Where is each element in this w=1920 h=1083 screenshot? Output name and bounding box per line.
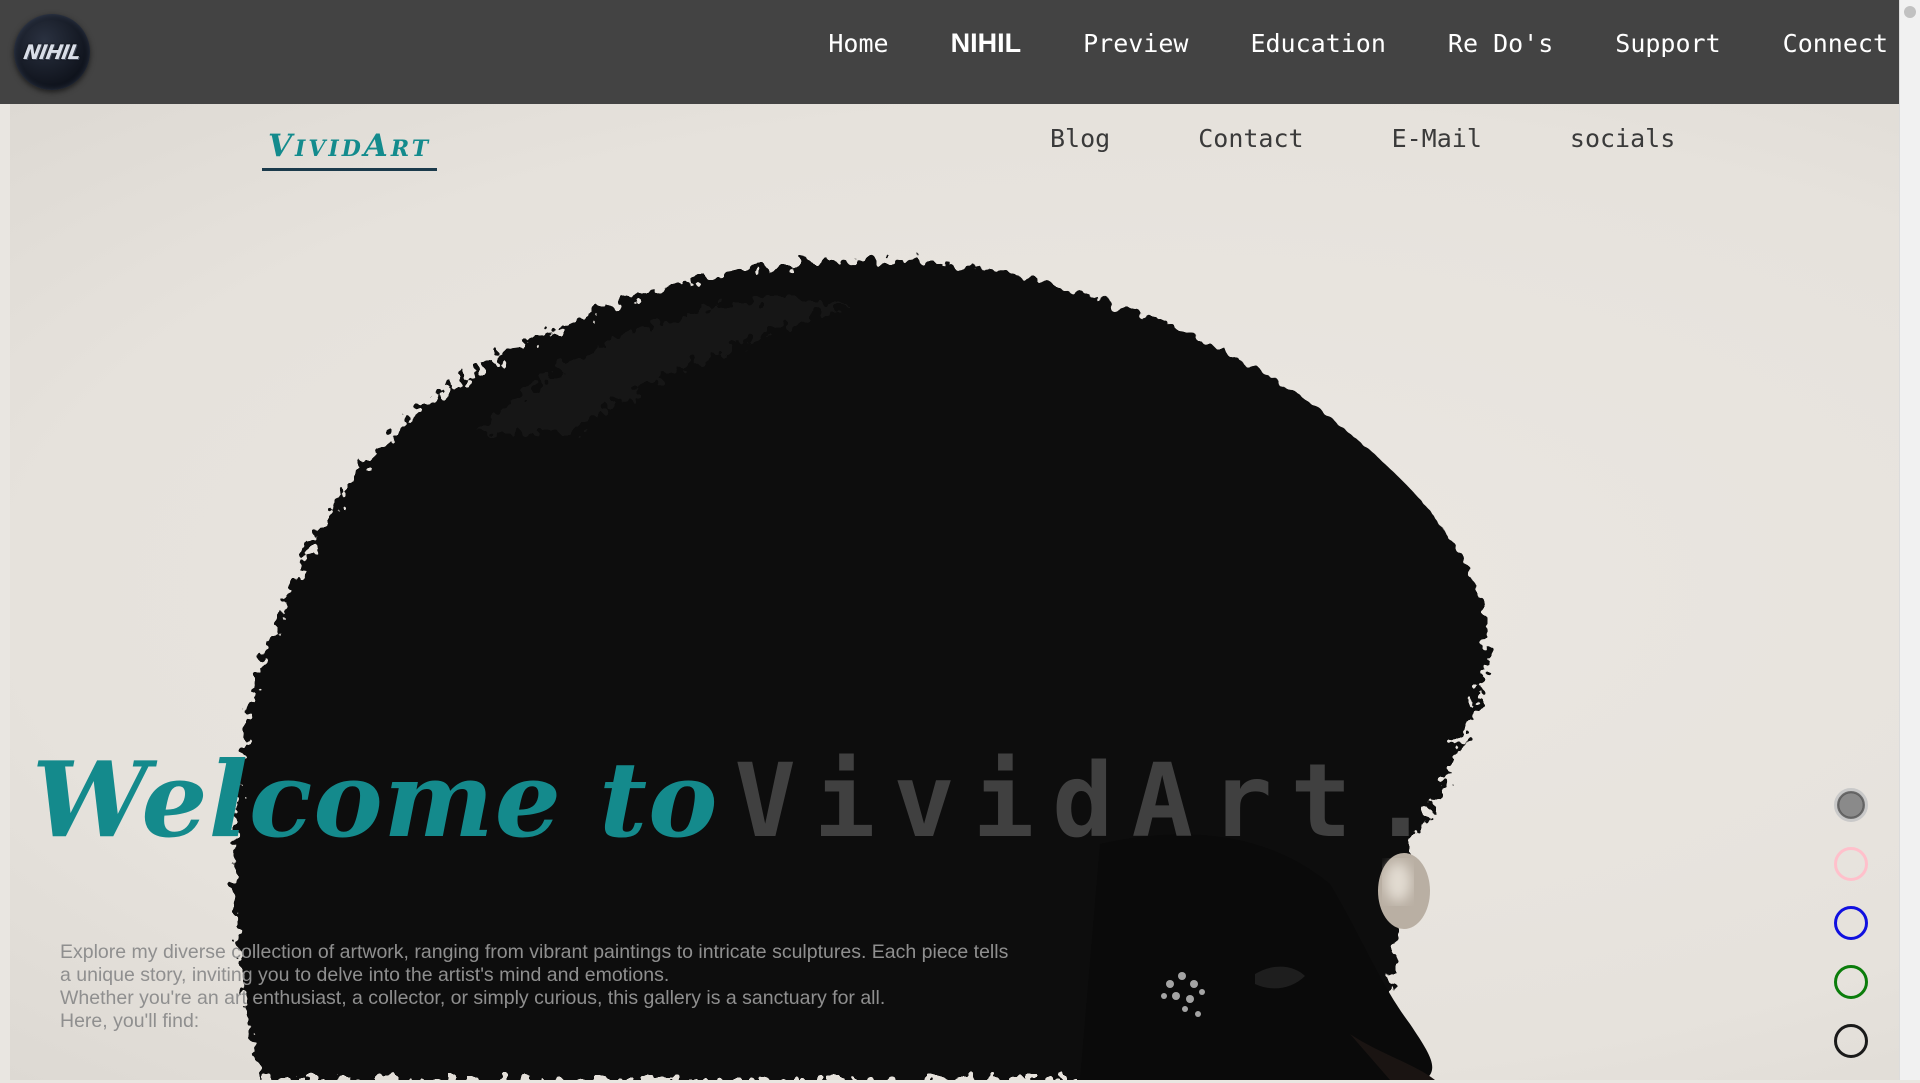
subnav-contact[interactable]: Contact — [1198, 124, 1303, 153]
headline-welcome: Welcome to — [32, 738, 719, 861]
vividart-logo-link[interactable]: VividArt — [262, 128, 438, 171]
hero-section — [10, 104, 1900, 1080]
hero-headline: Welcome to VividArt. — [32, 738, 1449, 861]
intro-line: Whether you're an art enthusiast, a coll… — [60, 987, 886, 1009]
scrollbar-thumb[interactable] — [1904, 6, 1916, 18]
subnav-socials[interactable]: socials — [1570, 124, 1675, 153]
subnav-email[interactable]: E-Mail — [1392, 124, 1482, 153]
nav-connect[interactable]: Connect — [1783, 29, 1888, 58]
nav-nihil[interactable]: NIHIL — [951, 28, 1022, 59]
hero-portrait-image — [234, 260, 1488, 1080]
logo-text: NIHIL — [21, 40, 83, 64]
nav-support[interactable]: Support — [1615, 29, 1720, 58]
intro-line: Explore my diverse collection of artwork… — [60, 941, 1009, 963]
theme-selector — [1834, 788, 1872, 1083]
page-scrollbar[interactable] — [1899, 0, 1920, 1080]
hero-intro-text: Explore my diverse collection of artwork… — [60, 941, 1060, 1033]
theme-dot-blue[interactable] — [1834, 906, 1868, 940]
nav-education[interactable]: Education — [1250, 29, 1385, 58]
nav-preview[interactable]: Preview — [1083, 29, 1188, 58]
nav-home[interactable]: Home — [828, 29, 888, 58]
nihil-logo[interactable]: NIHIL — [14, 14, 90, 90]
theme-dot-pink[interactable] — [1834, 847, 1868, 881]
theme-dot-gray[interactable] — [1834, 788, 1868, 822]
headline-brand: VividArt. — [734, 742, 1450, 861]
nav-redos[interactable]: Re Do's — [1448, 29, 1553, 58]
theme-dot-green[interactable] — [1834, 965, 1868, 999]
top-nav: Home NIHIL Preview Education Re Do's Sup… — [766, 0, 1920, 86]
subnav-blog[interactable]: Blog — [1050, 124, 1110, 153]
intro-line: a unique story, inviting you to delve in… — [60, 964, 670, 986]
theme-dot-black[interactable] — [1834, 1024, 1868, 1058]
top-navbar: NIHIL Home NIHIL Preview Education Re Do… — [0, 0, 1920, 104]
site-subnav: Blog Contact E-Mail socials — [1050, 124, 1763, 153]
intro-line: Here, you'll find: — [60, 1010, 200, 1032]
